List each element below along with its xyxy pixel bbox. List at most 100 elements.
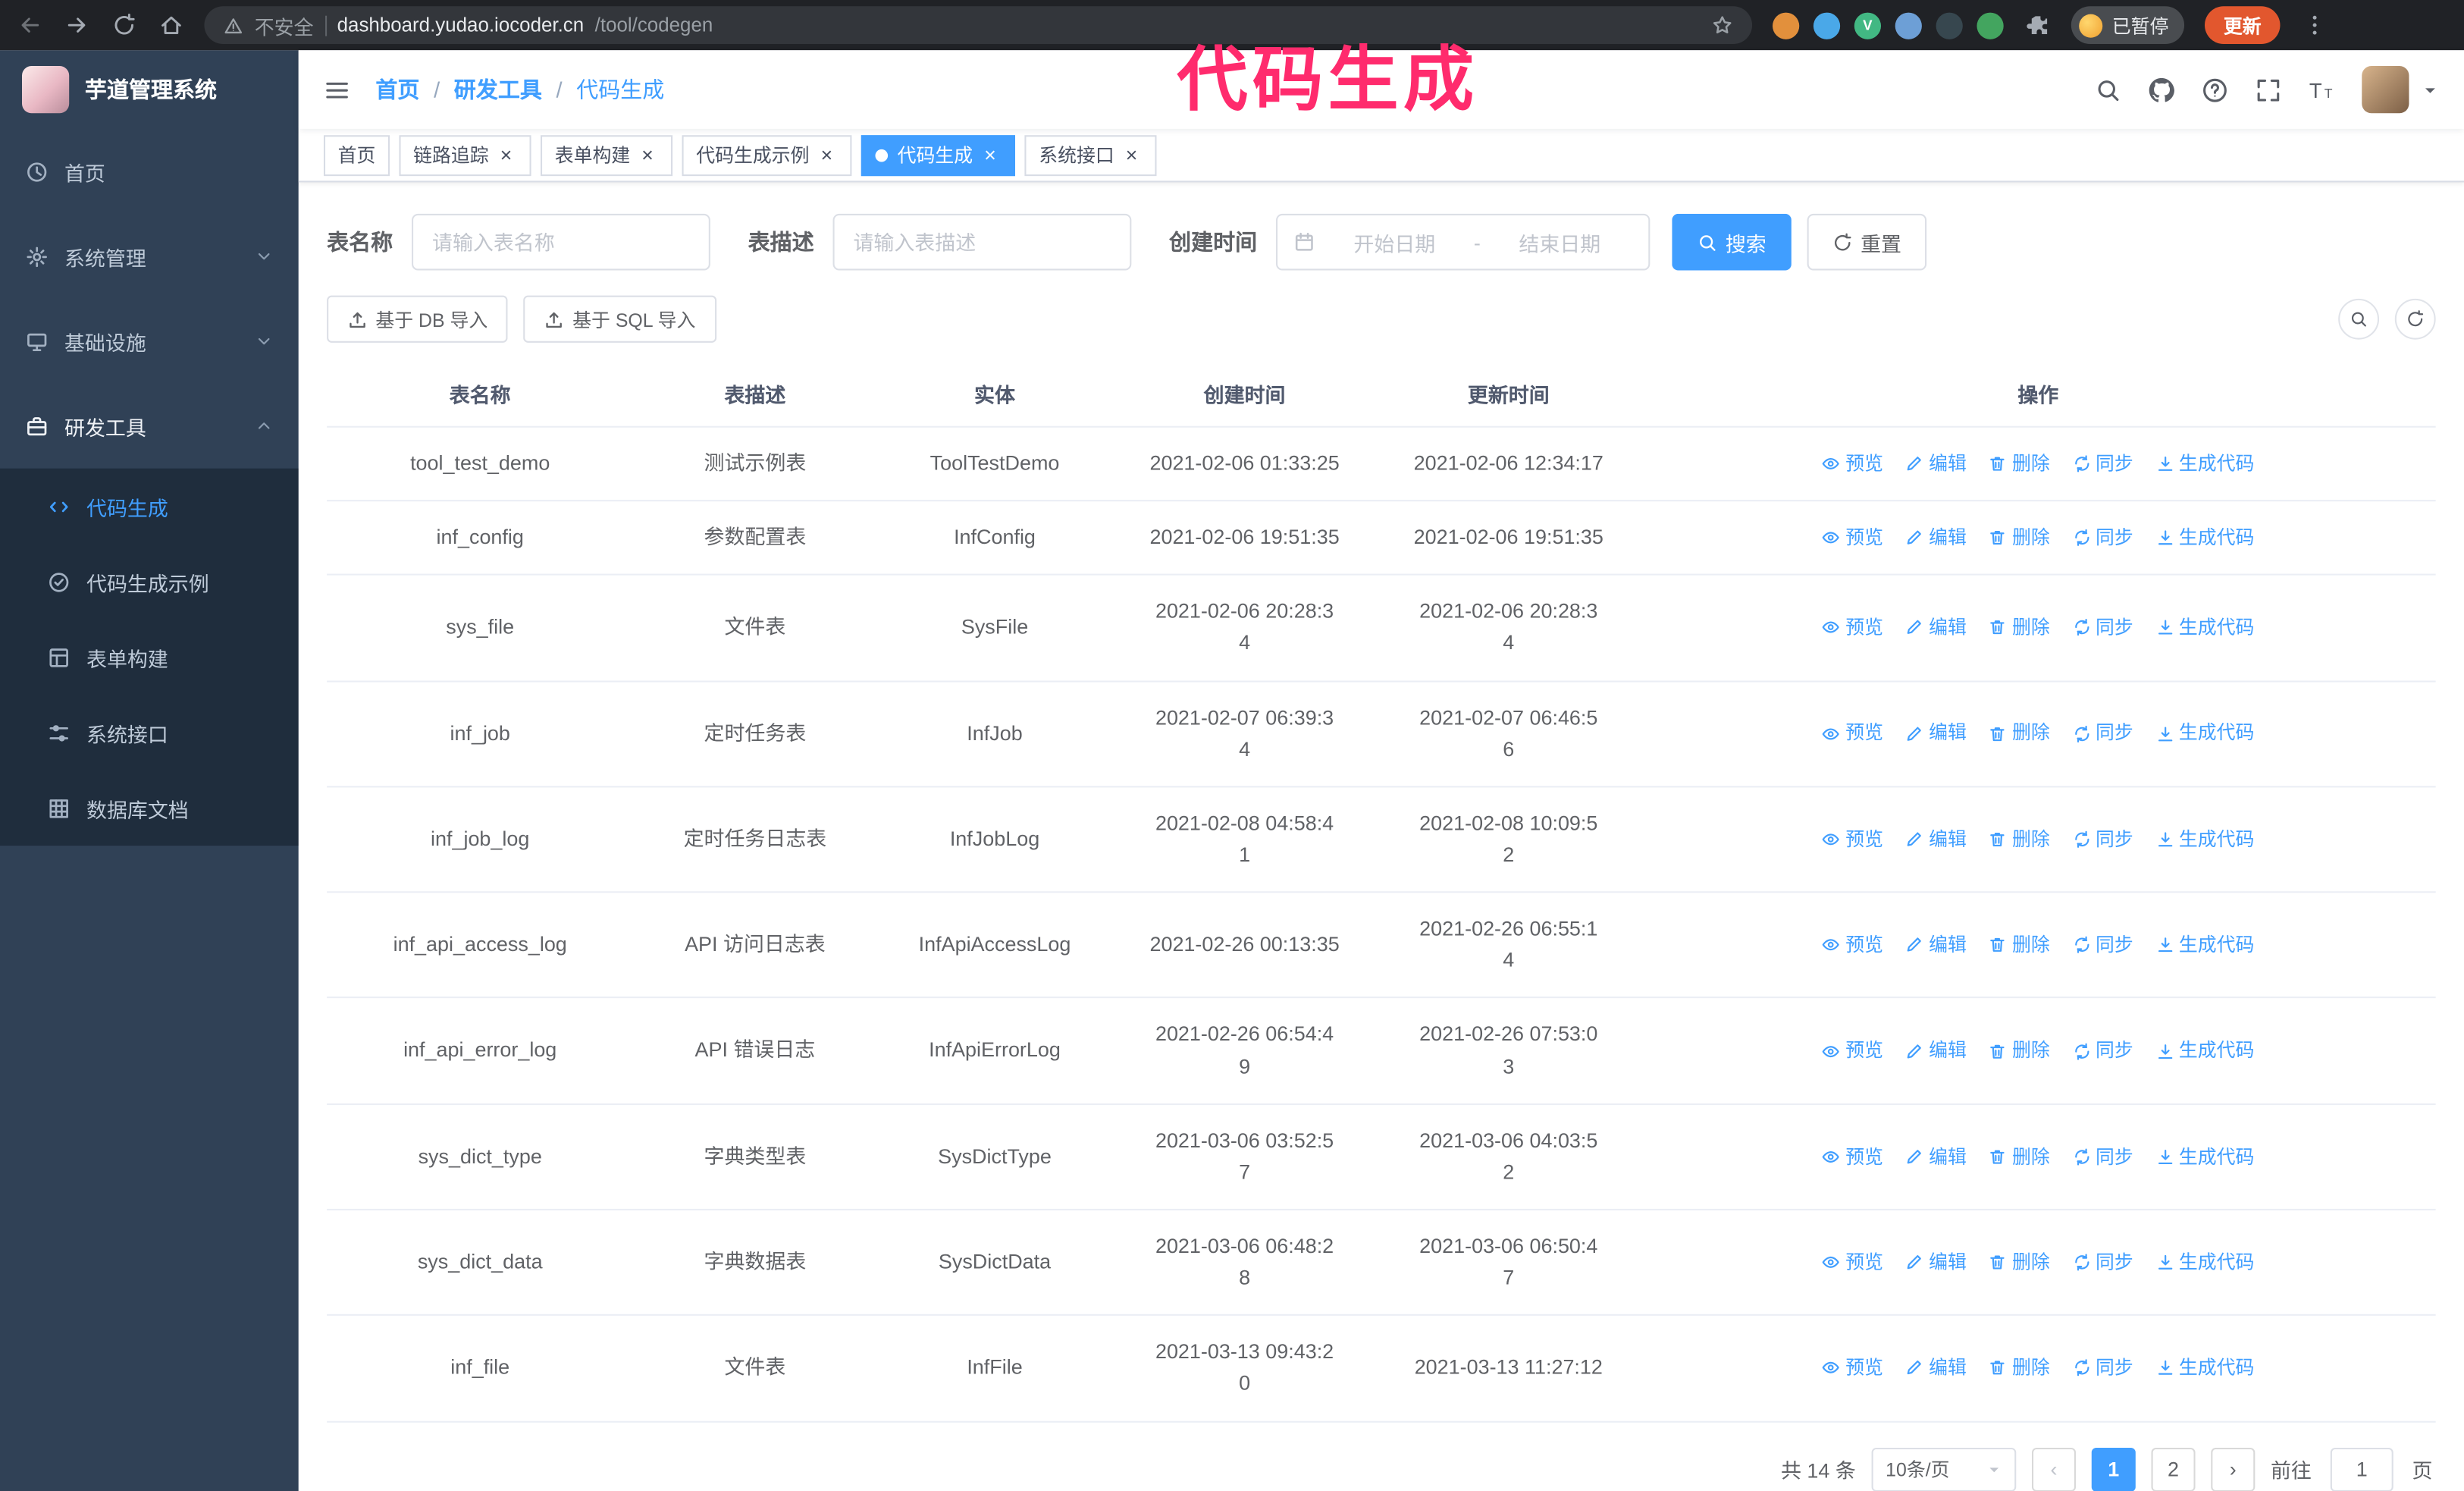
- sidebar-item-home[interactable]: 首页: [0, 129, 299, 214]
- tab-codegen[interactable]: 代码生成 ×: [861, 134, 1016, 176]
- action-edit[interactable]: 编辑: [1905, 1248, 1967, 1277]
- action-preview[interactable]: 预览: [1822, 523, 1883, 553]
- address-bar[interactable]: 不安全 dashboard.yudao.iocoder.cn/tool/code…: [204, 6, 1753, 45]
- action-generate[interactable]: 生成代码: [2155, 449, 2254, 479]
- browser-menu-icon[interactable]: [2300, 12, 2327, 39]
- action-delete[interactable]: 删除: [1989, 1354, 2050, 1383]
- action-edit[interactable]: 编辑: [1905, 719, 1967, 749]
- sidebar-item-infra[interactable]: 基础设施: [0, 299, 299, 384]
- action-preview[interactable]: 预览: [1822, 719, 1883, 749]
- profile-chip[interactable]: 已暂停: [2071, 6, 2185, 45]
- sidebar-item-codegen-example[interactable]: 代码生成示例: [0, 544, 299, 619]
- toggle-search-button[interactable]: [2338, 298, 2380, 340]
- action-edit[interactable]: 编辑: [1905, 614, 1967, 643]
- action-generate[interactable]: 生成代码: [2155, 931, 2254, 960]
- action-delete[interactable]: 删除: [1989, 1142, 2050, 1172]
- table-desc-input[interactable]: [832, 213, 1132, 271]
- action-generate[interactable]: 生成代码: [2155, 1142, 2254, 1172]
- tab-form-builder[interactable]: 表单构建 ×: [541, 134, 673, 176]
- tab-home[interactable]: 首页: [323, 134, 390, 176]
- action-delete[interactable]: 删除: [1989, 825, 2050, 855]
- sidebar-item-system-api[interactable]: 系统接口: [0, 695, 299, 770]
- sidebar-item-codegen[interactable]: 代码生成: [0, 469, 299, 544]
- avatar-caret-icon[interactable]: [2422, 81, 2439, 99]
- action-edit[interactable]: 编辑: [1905, 1142, 1967, 1172]
- action-generate[interactable]: 生成代码: [2155, 1036, 2254, 1066]
- search-button[interactable]: 搜索: [1672, 213, 1792, 271]
- action-generate[interactable]: 生成代码: [2155, 1248, 2254, 1277]
- help-icon[interactable]: [2202, 77, 2228, 103]
- action-preview[interactable]: 预览: [1822, 449, 1883, 479]
- refresh-table-button[interactable]: [2394, 298, 2436, 340]
- action-preview[interactable]: 预览: [1822, 1142, 1883, 1172]
- action-edit[interactable]: 编辑: [1905, 1354, 1967, 1383]
- fullscreen-icon[interactable]: [2255, 77, 2281, 103]
- action-preview[interactable]: 预览: [1822, 614, 1883, 643]
- close-icon[interactable]: ×: [495, 144, 517, 166]
- action-generate[interactable]: 生成代码: [2155, 614, 2254, 643]
- action-delete[interactable]: 删除: [1989, 523, 2050, 553]
- action-generate[interactable]: 生成代码: [2155, 719, 2254, 749]
- action-preview[interactable]: 预览: [1822, 931, 1883, 960]
- action-preview[interactable]: 预览: [1822, 1036, 1883, 1066]
- bookmark-star-icon[interactable]: [1711, 14, 1733, 36]
- action-edit[interactable]: 编辑: [1905, 449, 1967, 479]
- tab-system-api[interactable]: 系统接口 ×: [1024, 134, 1157, 176]
- goto-page-input[interactable]: [2330, 1446, 2393, 1491]
- tab-trace[interactable]: 链路追踪 ×: [399, 134, 531, 176]
- action-sync[interactable]: 同步: [2072, 1354, 2133, 1383]
- page-button-2[interactable]: 2: [2151, 1446, 2196, 1491]
- extensions-puzzle-icon[interactable]: [2024, 12, 2051, 39]
- action-sync[interactable]: 同步: [2072, 449, 2133, 479]
- sidebar-item-db-doc[interactable]: 数据库文档: [0, 771, 299, 846]
- close-icon[interactable]: ×: [816, 144, 838, 166]
- close-icon[interactable]: ×: [979, 144, 1001, 166]
- action-sync[interactable]: 同步: [2072, 1036, 2133, 1066]
- browser-home-icon[interactable]: [157, 12, 183, 39]
- browser-extension-icon[interactable]: V: [1854, 11, 1882, 39]
- browser-extension-icon[interactable]: [1895, 11, 1922, 39]
- action-preview[interactable]: 预览: [1822, 825, 1883, 855]
- next-page-button[interactable]: ›: [2211, 1446, 2256, 1491]
- action-sync[interactable]: 同步: [2072, 614, 2133, 643]
- action-delete[interactable]: 删除: [1989, 1036, 2050, 1066]
- close-icon[interactable]: ×: [1121, 144, 1143, 166]
- sidebar-item-form-builder[interactable]: 表单构建: [0, 620, 299, 695]
- action-delete[interactable]: 删除: [1989, 614, 2050, 643]
- action-delete[interactable]: 删除: [1989, 1248, 2050, 1277]
- page-button-1[interactable]: 1: [2091, 1446, 2136, 1491]
- action-edit[interactable]: 编辑: [1905, 931, 1967, 960]
- header-search-icon[interactable]: [2095, 77, 2121, 103]
- app-logo[interactable]: 芋道管理系统: [0, 50, 299, 129]
- import-sql-button[interactable]: 基于 SQL 导入: [523, 295, 716, 343]
- font-size-icon[interactable]: TT: [2309, 77, 2335, 103]
- reset-button[interactable]: 重置: [1807, 213, 1927, 271]
- action-edit[interactable]: 编辑: [1905, 523, 1967, 553]
- action-sync[interactable]: 同步: [2072, 1248, 2133, 1277]
- action-delete[interactable]: 删除: [1989, 719, 2050, 749]
- browser-forward-icon[interactable]: [63, 12, 89, 39]
- action-sync[interactable]: 同步: [2072, 719, 2133, 749]
- action-preview[interactable]: 预览: [1822, 1354, 1883, 1383]
- browser-update-button[interactable]: 更新: [2205, 6, 2281, 45]
- action-sync[interactable]: 同步: [2072, 523, 2133, 553]
- action-preview[interactable]: 预览: [1822, 1248, 1883, 1277]
- page-size-select[interactable]: 10条/页: [1871, 1446, 2017, 1491]
- action-generate[interactable]: 生成代码: [2155, 825, 2254, 855]
- prev-page-button[interactable]: ‹: [2031, 1446, 2076, 1491]
- tab-codegen-example[interactable]: 代码生成示例 ×: [682, 134, 852, 176]
- create-time-range-picker[interactable]: 开始日期 - 结束日期: [1276, 213, 1651, 271]
- browser-extension-icon[interactable]: [1773, 11, 1800, 39]
- browser-extension-icon[interactable]: [1813, 11, 1841, 39]
- breadcrumb-dev-tools[interactable]: 研发工具: [454, 74, 542, 105]
- close-icon[interactable]: ×: [637, 144, 659, 166]
- import-db-button[interactable]: 基于 DB 导入: [327, 295, 509, 343]
- breadcrumb-home[interactable]: 首页: [375, 74, 419, 105]
- user-avatar[interactable]: [2362, 66, 2409, 114]
- action-delete[interactable]: 删除: [1989, 931, 2050, 960]
- action-edit[interactable]: 编辑: [1905, 1036, 1967, 1066]
- action-sync[interactable]: 同步: [2072, 931, 2133, 960]
- action-delete[interactable]: 删除: [1989, 449, 2050, 479]
- browser-extension-icon[interactable]: [1977, 11, 2004, 39]
- browser-reload-icon[interactable]: [110, 12, 136, 39]
